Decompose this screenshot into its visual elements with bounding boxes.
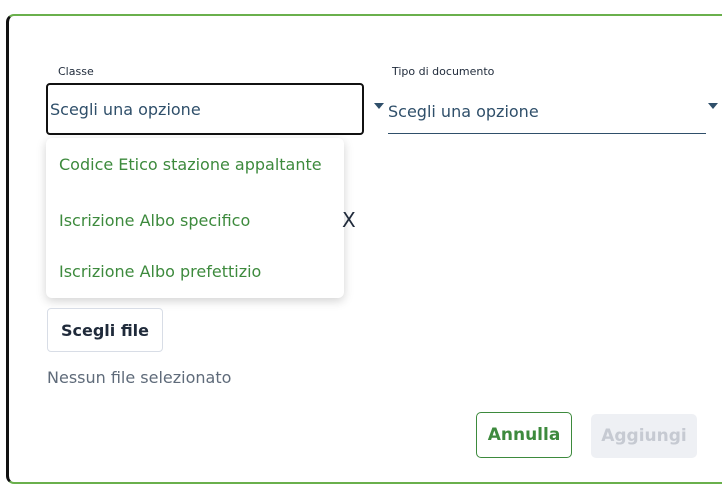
file-status-text: Nessun file selezionato bbox=[47, 368, 232, 387]
dropdown-option-albo-prefettizio[interactable]: Iscrizione Albo prefettizio bbox=[59, 262, 261, 281]
tipo-documento-chevron-down-icon[interactable] bbox=[708, 103, 718, 109]
classe-select-value: Scegli una opzione bbox=[50, 99, 201, 119]
dropdown-option-albo-specifico[interactable]: Iscrizione Albo specifico bbox=[59, 211, 250, 230]
tipo-documento-select[interactable]: Scegli una opzione bbox=[388, 90, 706, 134]
tipo-documento-select-value: Scegli una opzione bbox=[388, 102, 539, 121]
classe-select[interactable]: Scegli una opzione bbox=[46, 83, 364, 135]
add-button[interactable]: Aggiungi bbox=[591, 414, 697, 458]
cancel-button[interactable]: Annulla bbox=[476, 412, 572, 458]
classe-chevron-down-icon[interactable] bbox=[374, 103, 384, 109]
tipo-documento-label: Tipo di documento bbox=[392, 65, 495, 78]
dropdown-option-codice-etico[interactable]: Codice Etico stazione appaltante bbox=[59, 155, 322, 174]
classe-label: Classe bbox=[58, 65, 94, 78]
classe-dropdown-menu: Codice Etico stazione appaltante Iscrizi… bbox=[46, 138, 344, 298]
choose-file-button[interactable]: Scegli file bbox=[47, 308, 163, 352]
close-icon[interactable]: X bbox=[342, 208, 356, 232]
